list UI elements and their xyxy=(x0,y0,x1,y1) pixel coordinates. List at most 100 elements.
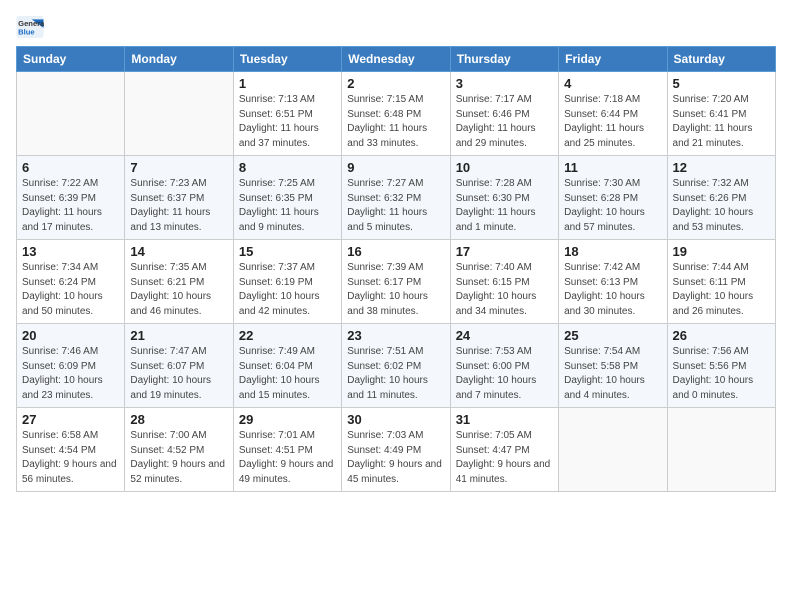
day-number: 21 xyxy=(130,328,227,343)
day-number: 15 xyxy=(239,244,336,259)
calendar-cell xyxy=(17,72,125,156)
calendar-cell: 16 Sunrise: 7:39 AM Sunset: 6:17 PM Dayli… xyxy=(342,240,450,324)
day-info: Sunrise: 7:22 AM Sunset: 6:39 PM Dayligh… xyxy=(22,177,119,235)
calendar-cell: 9 Sunrise: 7:27 AM Sunset: 6:32 PM Daylig… xyxy=(342,156,450,240)
calendar-week-row: 20 Sunrise: 7:46 AM Sunset: 6:09 PM Dayli… xyxy=(17,324,776,408)
day-number: 28 xyxy=(130,412,227,427)
day-number: 19 xyxy=(673,244,770,259)
calendar-cell xyxy=(125,72,233,156)
day-number: 1 xyxy=(239,76,336,91)
day-number: 11 xyxy=(564,160,661,175)
day-number: 12 xyxy=(673,160,770,175)
calendar-cell xyxy=(667,408,775,492)
day-number: 23 xyxy=(347,328,444,343)
day-info: Sunrise: 7:46 AM Sunset: 6:09 PM Dayligh… xyxy=(22,345,119,403)
day-info: Sunrise: 7:23 AM Sunset: 6:37 PM Dayligh… xyxy=(130,177,227,235)
weekday-header-wednesday: Wednesday xyxy=(342,47,450,72)
day-info: Sunrise: 7:53 AM Sunset: 6:00 PM Dayligh… xyxy=(456,345,553,403)
weekday-header-tuesday: Tuesday xyxy=(233,47,341,72)
calendar-cell: 8Sunrise: 7:25 AM Sunset: 6:35 PM Daylig… xyxy=(233,156,341,240)
day-info: Sunrise: 7:37 AM Sunset: 6:19 PM Dayligh… xyxy=(239,261,336,319)
day-info: Sunrise: 7:39 AM Sunset: 6:17 PM Dayligh… xyxy=(347,261,444,319)
day-info: Sunrise: 7:51 AM Sunset: 6:02 PM Dayligh… xyxy=(347,345,444,403)
calendar-cell: 21 Sunrise: 7:47 AM Sunset: 6:07 PM Dayli… xyxy=(125,324,233,408)
svg-text:Blue: Blue xyxy=(18,28,35,37)
calendar-cell: 3Sunrise: 7:17 AM Sunset: 6:46 PM Daylig… xyxy=(450,72,558,156)
weekday-header-thursday: Thursday xyxy=(450,47,558,72)
day-info: Sunrise: 7:54 AM Sunset: 5:58 PM Dayligh… xyxy=(564,345,661,403)
day-number: 10 xyxy=(456,160,553,175)
day-number: 7 xyxy=(130,160,227,175)
day-info: Sunrise: 6:58 AM Sunset: 4:54 PM Dayligh… xyxy=(22,429,119,487)
day-info: Sunrise: 7:40 AM Sunset: 6:15 PM Dayligh… xyxy=(456,261,553,319)
day-info: Sunrise: 7:18 AM Sunset: 6:44 PM Dayligh… xyxy=(564,93,661,151)
day-number: 5 xyxy=(673,76,770,91)
calendar-cell: 23 Sunrise: 7:51 AM Sunset: 6:02 PM Dayli… xyxy=(342,324,450,408)
calendar-cell xyxy=(559,408,667,492)
day-number: 8 xyxy=(239,160,336,175)
calendar-cell: 6 Sunrise: 7:22 AM Sunset: 6:39 PM Daylig… xyxy=(17,156,125,240)
day-number: 24 xyxy=(456,328,553,343)
day-info: Sunrise: 7:00 AM Sunset: 4:52 PM Dayligh… xyxy=(130,429,227,487)
day-number: 27 xyxy=(22,412,119,427)
calendar-cell: 27 Sunrise: 6:58 AM Sunset: 4:54 PM Dayli… xyxy=(17,408,125,492)
day-info: Sunrise: 7:01 AM Sunset: 4:51 PM Dayligh… xyxy=(239,429,336,487)
calendar-cell: 29 Sunrise: 7:01 AM Sunset: 4:51 PM Dayli… xyxy=(233,408,341,492)
weekday-header-friday: Friday xyxy=(559,47,667,72)
weekday-header-monday: Monday xyxy=(125,47,233,72)
calendar-cell: 14Sunrise: 7:35 AM Sunset: 6:21 PM Dayli… xyxy=(125,240,233,324)
day-info: Sunrise: 7:56 AM Sunset: 5:56 PM Dayligh… xyxy=(673,345,770,403)
day-info: Sunrise: 7:20 AM Sunset: 6:41 PM Dayligh… xyxy=(673,93,770,151)
day-info: Sunrise: 7:44 AM Sunset: 6:11 PM Dayligh… xyxy=(673,261,770,319)
calendar-cell: 12 Sunrise: 7:32 AM Sunset: 6:26 PM Dayli… xyxy=(667,156,775,240)
day-info: Sunrise: 7:47 AM Sunset: 6:07 PM Dayligh… xyxy=(130,345,227,403)
day-info: Sunrise: 7:34 AM Sunset: 6:24 PM Dayligh… xyxy=(22,261,119,319)
day-number: 2 xyxy=(347,76,444,91)
calendar-cell: 2 Sunrise: 7:15 AM Sunset: 6:48 PM Daylig… xyxy=(342,72,450,156)
day-number: 6 xyxy=(22,160,119,175)
day-info: Sunrise: 7:28 AM Sunset: 6:30 PM Dayligh… xyxy=(456,177,553,235)
calendar-cell: 26Sunrise: 7:56 AM Sunset: 5:56 PM Dayli… xyxy=(667,324,775,408)
calendar-cell: 5 Sunrise: 7:20 AM Sunset: 6:41 PM Daylig… xyxy=(667,72,775,156)
day-info: Sunrise: 7:27 AM Sunset: 6:32 PM Dayligh… xyxy=(347,177,444,235)
day-number: 4 xyxy=(564,76,661,91)
day-number: 14 xyxy=(130,244,227,259)
day-number: 16 xyxy=(347,244,444,259)
calendar-cell: 17 Sunrise: 7:40 AM Sunset: 6:15 PM Dayli… xyxy=(450,240,558,324)
day-info: Sunrise: 7:15 AM Sunset: 6:48 PM Dayligh… xyxy=(347,93,444,151)
calendar-cell: 31Sunrise: 7:05 AM Sunset: 4:47 PM Dayli… xyxy=(450,408,558,492)
day-info: Sunrise: 7:49 AM Sunset: 6:04 PM Dayligh… xyxy=(239,345,336,403)
day-number: 22 xyxy=(239,328,336,343)
calendar-cell: 13 Sunrise: 7:34 AM Sunset: 6:24 PM Dayli… xyxy=(17,240,125,324)
calendar-cell: 11 Sunrise: 7:30 AM Sunset: 6:28 PM Dayli… xyxy=(559,156,667,240)
logo: General Blue xyxy=(16,16,44,38)
day-info: Sunrise: 7:13 AM Sunset: 6:51 PM Dayligh… xyxy=(239,93,336,151)
day-number: 25 xyxy=(564,328,661,343)
day-number: 3 xyxy=(456,76,553,91)
calendar-cell: 4 Sunrise: 7:18 AM Sunset: 6:44 PM Daylig… xyxy=(559,72,667,156)
logo-icon: General Blue xyxy=(16,16,44,38)
page-header: General Blue xyxy=(16,16,776,38)
calendar-cell: 10 Sunrise: 7:28 AM Sunset: 6:30 PM Dayli… xyxy=(450,156,558,240)
day-number: 20 xyxy=(22,328,119,343)
day-info: Sunrise: 7:05 AM Sunset: 4:47 PM Dayligh… xyxy=(456,429,553,487)
day-number: 30 xyxy=(347,412,444,427)
day-number: 9 xyxy=(347,160,444,175)
day-number: 13 xyxy=(22,244,119,259)
day-info: Sunrise: 7:32 AM Sunset: 6:26 PM Dayligh… xyxy=(673,177,770,235)
calendar-table: SundayMondayTuesdayWednesdayThursdayFrid… xyxy=(16,46,776,492)
day-number: 29 xyxy=(239,412,336,427)
weekday-header-saturday: Saturday xyxy=(667,47,775,72)
calendar-cell: 7 Sunrise: 7:23 AM Sunset: 6:37 PM Daylig… xyxy=(125,156,233,240)
calendar-week-row: 13 Sunrise: 7:34 AM Sunset: 6:24 PM Dayli… xyxy=(17,240,776,324)
calendar-cell: 28 Sunrise: 7:00 AM Sunset: 4:52 PM Dayli… xyxy=(125,408,233,492)
calendar-cell: 18Sunrise: 7:42 AM Sunset: 6:13 PM Dayli… xyxy=(559,240,667,324)
day-number: 17 xyxy=(456,244,553,259)
calendar-cell: 20 Sunrise: 7:46 AM Sunset: 6:09 PM Dayli… xyxy=(17,324,125,408)
calendar-week-row: 27 Sunrise: 6:58 AM Sunset: 4:54 PM Dayli… xyxy=(17,408,776,492)
calendar-week-row: 1 Sunrise: 7:13 AM Sunset: 6:51 PM Daylig… xyxy=(17,72,776,156)
calendar-cell: 22 Sunrise: 7:49 AM Sunset: 6:04 PM Dayli… xyxy=(233,324,341,408)
day-info: Sunrise: 7:30 AM Sunset: 6:28 PM Dayligh… xyxy=(564,177,661,235)
calendar-cell: 1 Sunrise: 7:13 AM Sunset: 6:51 PM Daylig… xyxy=(233,72,341,156)
calendar-cell: 30Sunrise: 7:03 AM Sunset: 4:49 PM Dayli… xyxy=(342,408,450,492)
